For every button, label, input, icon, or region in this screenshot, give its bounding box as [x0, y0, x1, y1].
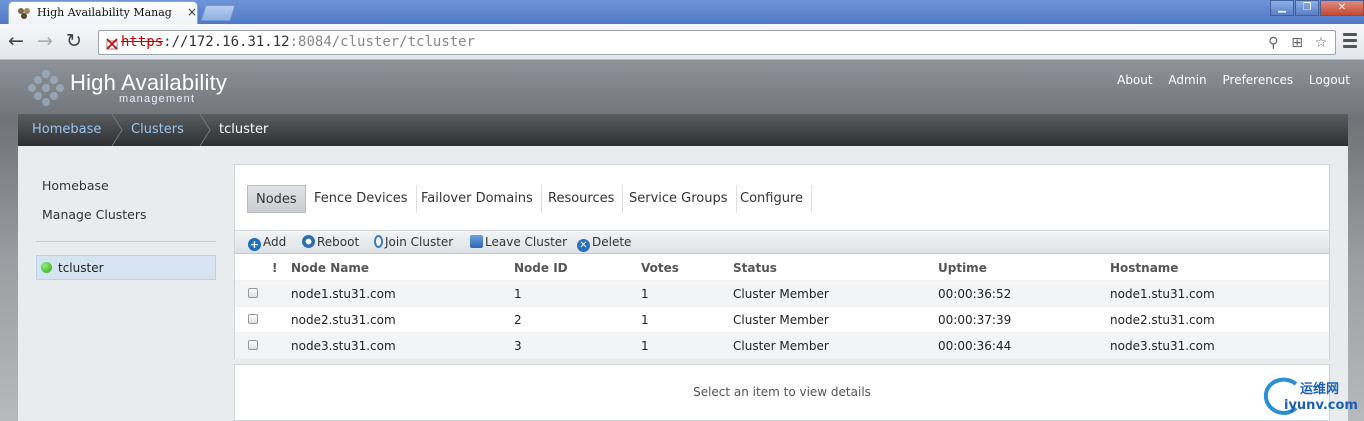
node-uptime: 00:00:36:44 [938, 339, 1012, 353]
top-nav: About Admin Preferences Logout [1105, 73, 1350, 87]
back-icon[interactable]: ← [8, 30, 24, 52]
translate-icon[interactable]: ⊞ [1289, 35, 1305, 51]
main-content: Homebase Manage Clusters tcluster Nodes … [18, 146, 1348, 421]
node-actions-toolbar: + Add Reboot Join Cluster Leave Cluster ✕… [235, 230, 1329, 254]
ha-logo-icon [28, 70, 64, 106]
cluster-favicon-icon [18, 8, 30, 19]
tab-resources[interactable]: Resources [540, 185, 624, 213]
node-votes: 1 [641, 339, 649, 353]
browser-tabstrip: High Availability Manag × ▁ ❐ ✕ [0, 0, 1364, 24]
nodes-panel: Nodes Fence Devices Failover Domains Res… [234, 164, 1330, 359]
watermark-en: iyunv.com [1284, 398, 1358, 413]
zoom-icon[interactable]: ⚲ [1265, 35, 1281, 51]
row-checkbox[interactable] [248, 288, 258, 298]
tab-close-icon[interactable]: × [187, 5, 197, 19]
site-watermark: 运维网 iyunv.com [1262, 374, 1360, 420]
add-icon: + [248, 238, 261, 251]
restore-icon[interactable]: ❐ [1295, 0, 1319, 16]
nav-preferences-link[interactable]: Preferences [1223, 73, 1294, 87]
leave-cluster-button[interactable]: Leave Cluster [470, 235, 567, 249]
sidebar-item-homebase[interactable]: Homebase [42, 178, 109, 193]
table-row[interactable]: node3.stu31.com 3 1 Cluster Member 00:00… [235, 333, 1329, 359]
node-uptime: 00:00:36:52 [938, 287, 1012, 301]
window-close-icon[interactable]: ✕ [1320, 0, 1364, 16]
nav-logout-link[interactable]: Logout [1309, 73, 1350, 87]
browser-tab[interactable]: High Availability Manag × [8, 1, 198, 24]
node-votes: 1 [641, 287, 649, 301]
breadcrumb-clusters[interactable]: Clusters [131, 122, 184, 137]
table-row[interactable]: node1.stu31.com 1 1 Cluster Member 00:00… [235, 281, 1329, 307]
leave-cluster-icon [470, 235, 483, 248]
add-button[interactable]: + Add [248, 235, 286, 251]
node-hostname: node2.stu31.com [1110, 313, 1215, 327]
node-votes: 1 [641, 313, 649, 327]
breadcrumb-current: tcluster [219, 122, 269, 137]
nav-about-link[interactable]: About [1117, 73, 1152, 87]
delete-button[interactable]: ✕ Delete [577, 235, 631, 252]
node-status: Cluster Member [733, 287, 829, 301]
address-bar[interactable]: https://172.16.31.12:8084/cluster/tclust… [98, 30, 1336, 55]
table-row[interactable]: node2.stu31.com 2 1 Cluster Member 00:00… [235, 307, 1329, 333]
node-uptime: 00:00:37:39 [938, 313, 1012, 327]
cluster-name: tcluster [58, 261, 104, 275]
node-id: 3 [514, 339, 522, 353]
join-cluster-button[interactable]: Join Cluster [374, 235, 453, 249]
node-name: node3.stu31.com [291, 339, 396, 353]
node-id: 1 [514, 287, 522, 301]
forward-icon[interactable]: → [37, 30, 53, 52]
sidebar-divider [36, 241, 216, 242]
reload-icon[interactable]: ↻ [66, 30, 82, 52]
details-placeholder: Select an item to view details [693, 385, 871, 399]
tab-failover-domains[interactable]: Failover Domains [413, 185, 542, 213]
nodes-table: ! Node Name Node ID Votes Status Uptime … [235, 255, 1329, 359]
col-flag: ! [272, 261, 278, 275]
node-name: node1.stu31.com [291, 287, 396, 301]
browser-menu-icon[interactable] [1343, 33, 1357, 51]
new-tab-button[interactable] [200, 5, 236, 21]
tab-nodes[interactable]: Nodes [247, 185, 306, 213]
node-status: Cluster Member [733, 339, 829, 353]
col-node-name[interactable]: Node Name [291, 261, 369, 275]
node-hostname: node3.stu31.com [1110, 339, 1215, 353]
nav-admin-link[interactable]: Admin [1168, 73, 1206, 87]
breadcrumb-separator-icon [111, 114, 123, 146]
url-text: https://172.16.31.12:8084/cluster/tclust… [121, 34, 476, 50]
sidebar-item-cluster[interactable]: tcluster [36, 255, 216, 280]
node-name: node2.stu31.com [291, 313, 396, 327]
minimize-icon[interactable]: ▁ [1270, 0, 1294, 16]
row-checkbox[interactable] [248, 314, 258, 324]
tab-service-groups[interactable]: Service Groups [621, 185, 737, 213]
reboot-button[interactable]: Reboot [302, 235, 359, 249]
reboot-icon [302, 235, 315, 248]
node-id: 2 [514, 313, 522, 327]
browser-toolbar: ← → ↻ https://172.16.31.12:8084/cluster/… [0, 24, 1364, 60]
row-checkbox[interactable] [248, 340, 258, 350]
table-header: ! Node Name Node ID Votes Status Uptime … [235, 255, 1329, 281]
watermark-cn: 运维网 [1300, 382, 1340, 397]
join-cluster-icon [374, 235, 383, 248]
col-votes[interactable]: Votes [641, 261, 679, 275]
tab-fence-devices[interactable]: Fence Devices [306, 185, 417, 213]
breadcrumb-homebase[interactable]: Homebase [32, 122, 101, 137]
insecure-lock-icon [106, 38, 118, 50]
sidebar: Homebase Manage Clusters tcluster [18, 146, 228, 421]
col-node-id[interactable]: Node ID [514, 261, 568, 275]
cluster-status-icon [41, 262, 52, 273]
delete-icon: ✕ [577, 239, 590, 252]
node-status: Cluster Member [733, 313, 829, 327]
col-status[interactable]: Status [733, 261, 777, 275]
tab-title: High Availability Manag [37, 6, 172, 19]
breadcrumb-separator-icon [199, 114, 211, 146]
sidebar-item-manage-clusters[interactable]: Manage Clusters [42, 207, 147, 222]
app-root: High Availability management About Admin… [0, 60, 1364, 421]
col-uptime[interactable]: Uptime [938, 261, 987, 275]
app-logo-subtitle: management [119, 93, 196, 105]
bookmark-star-icon[interactable]: ☆ [1313, 35, 1329, 51]
app-header: High Availability management About Admin… [0, 60, 1364, 114]
col-hostname[interactable]: Hostname [1110, 261, 1178, 275]
breadcrumb: Homebase Clusters tcluster [18, 114, 1348, 146]
node-hostname: node1.stu31.com [1110, 287, 1215, 301]
details-panel: Select an item to view details [234, 364, 1330, 421]
tab-configure[interactable]: Configure [732, 185, 813, 213]
